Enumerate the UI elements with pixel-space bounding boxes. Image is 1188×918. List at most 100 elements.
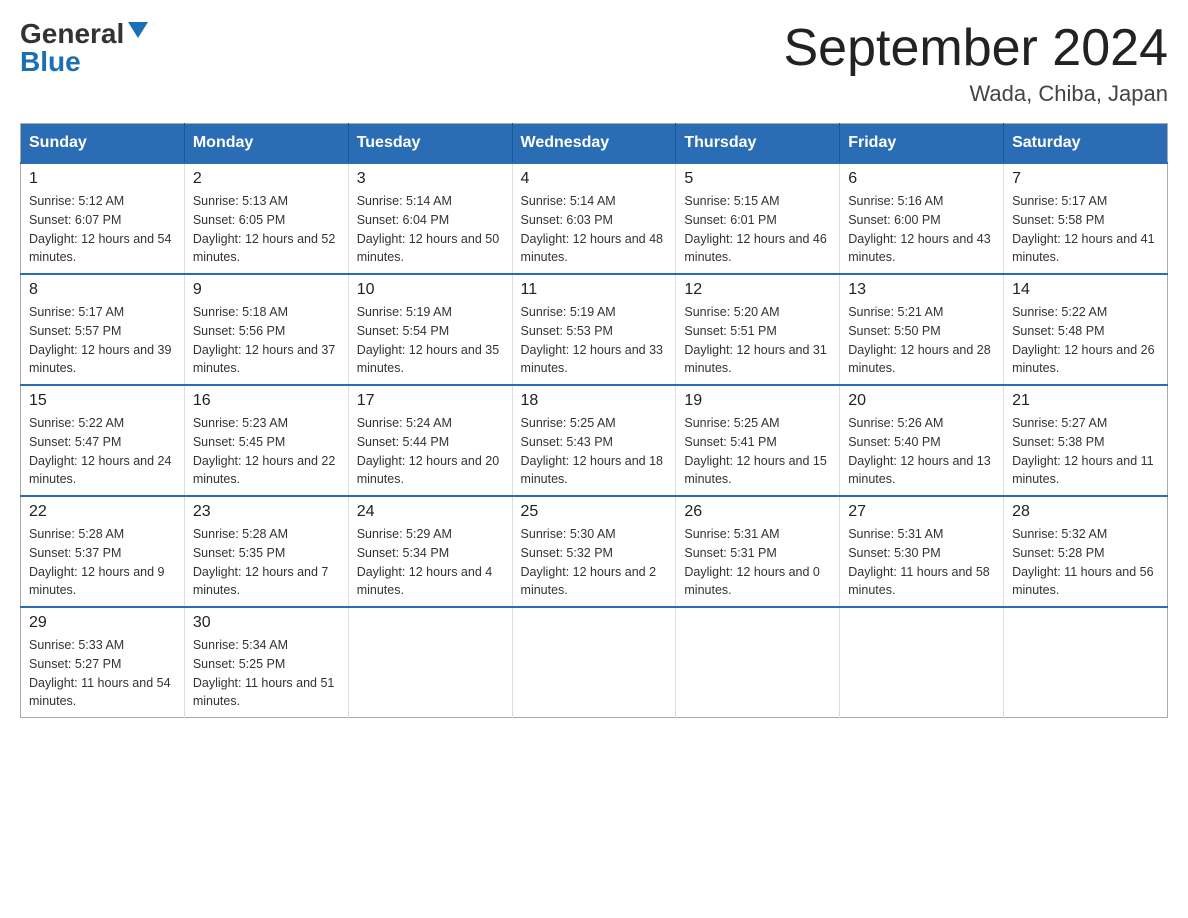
- day-number: 2: [193, 170, 340, 188]
- day-info: Sunrise: 5:20 AM Sunset: 5:51 PM Dayligh…: [684, 303, 831, 378]
- calendar-day-cell: 28 Sunrise: 5:32 AM Sunset: 5:28 PM Dayl…: [1004, 496, 1168, 607]
- sunset-label: Sunset: 5:28 PM: [1012, 546, 1104, 560]
- sunrise-label: Sunrise: 5:31 AM: [684, 527, 779, 541]
- sunrise-label: Sunrise: 5:25 AM: [521, 416, 616, 430]
- daylight-label: Daylight: 12 hours and 43 minutes.: [848, 232, 990, 265]
- daylight-label: Daylight: 12 hours and 39 minutes.: [29, 343, 171, 376]
- sunrise-label: Sunrise: 5:18 AM: [193, 305, 288, 319]
- day-info: Sunrise: 5:22 AM Sunset: 5:47 PM Dayligh…: [29, 414, 176, 489]
- day-number: 4: [521, 170, 668, 188]
- sunrise-label: Sunrise: 5:22 AM: [29, 416, 124, 430]
- daylight-label: Daylight: 12 hours and 50 minutes.: [357, 232, 499, 265]
- day-number: 9: [193, 281, 340, 299]
- calendar-day-cell: 7 Sunrise: 5:17 AM Sunset: 5:58 PM Dayli…: [1004, 163, 1168, 274]
- sunset-label: Sunset: 5:48 PM: [1012, 324, 1104, 338]
- day-number: 8: [29, 281, 176, 299]
- daylight-label: Daylight: 12 hours and 9 minutes.: [29, 565, 165, 598]
- col-header-saturday: Saturday: [1004, 124, 1168, 164]
- sunrise-label: Sunrise: 5:31 AM: [848, 527, 943, 541]
- sunrise-label: Sunrise: 5:14 AM: [521, 194, 616, 208]
- logo-triangle-icon: [128, 22, 148, 38]
- daylight-label: Daylight: 12 hours and 11 minutes.: [1012, 454, 1154, 487]
- day-info: Sunrise: 5:27 AM Sunset: 5:38 PM Dayligh…: [1012, 414, 1159, 489]
- col-header-monday: Monday: [184, 124, 348, 164]
- sunrise-label: Sunrise: 5:25 AM: [684, 416, 779, 430]
- calendar-day-cell: 18 Sunrise: 5:25 AM Sunset: 5:43 PM Dayl…: [512, 385, 676, 496]
- day-number: 5: [684, 170, 831, 188]
- day-number: 1: [29, 170, 176, 188]
- day-number: 19: [684, 392, 831, 410]
- daylight-label: Daylight: 11 hours and 56 minutes.: [1012, 565, 1154, 598]
- sunset-label: Sunset: 5:53 PM: [521, 324, 613, 338]
- day-info: Sunrise: 5:23 AM Sunset: 5:45 PM Dayligh…: [193, 414, 340, 489]
- day-info: Sunrise: 5:17 AM Sunset: 5:57 PM Dayligh…: [29, 303, 176, 378]
- sunrise-label: Sunrise: 5:12 AM: [29, 194, 124, 208]
- sunset-label: Sunset: 5:56 PM: [193, 324, 285, 338]
- sunset-label: Sunset: 5:41 PM: [684, 435, 776, 449]
- calendar-day-cell: 22 Sunrise: 5:28 AM Sunset: 5:37 PM Dayl…: [21, 496, 185, 607]
- sunset-label: Sunset: 5:38 PM: [1012, 435, 1104, 449]
- day-info: Sunrise: 5:16 AM Sunset: 6:00 PM Dayligh…: [848, 192, 995, 267]
- page-title: September 2024: [784, 20, 1169, 77]
- calendar-header-row: SundayMondayTuesdayWednesdayThursdayFrid…: [21, 124, 1168, 164]
- daylight-label: Daylight: 12 hours and 22 minutes.: [193, 454, 335, 487]
- col-header-friday: Friday: [840, 124, 1004, 164]
- sunrise-label: Sunrise: 5:19 AM: [521, 305, 616, 319]
- day-number: 12: [684, 281, 831, 299]
- day-info: Sunrise: 5:34 AM Sunset: 5:25 PM Dayligh…: [193, 636, 340, 711]
- sunrise-label: Sunrise: 5:20 AM: [684, 305, 779, 319]
- sunrise-label: Sunrise: 5:22 AM: [1012, 305, 1107, 319]
- sunset-label: Sunset: 5:47 PM: [29, 435, 121, 449]
- sunset-label: Sunset: 5:51 PM: [684, 324, 776, 338]
- sunrise-label: Sunrise: 5:33 AM: [29, 638, 124, 652]
- calendar-day-cell: [512, 607, 676, 718]
- calendar-day-cell: 13 Sunrise: 5:21 AM Sunset: 5:50 PM Dayl…: [840, 274, 1004, 385]
- day-info: Sunrise: 5:24 AM Sunset: 5:44 PM Dayligh…: [357, 414, 504, 489]
- sunrise-label: Sunrise: 5:15 AM: [684, 194, 779, 208]
- sunrise-label: Sunrise: 5:28 AM: [193, 527, 288, 541]
- daylight-label: Daylight: 12 hours and 13 minutes.: [848, 454, 990, 487]
- col-header-tuesday: Tuesday: [348, 124, 512, 164]
- page-header: General Blue September 2024 Wada, Chiba,…: [20, 20, 1168, 107]
- calendar-day-cell: [348, 607, 512, 718]
- sunrise-label: Sunrise: 5:21 AM: [848, 305, 943, 319]
- day-info: Sunrise: 5:33 AM Sunset: 5:27 PM Dayligh…: [29, 636, 176, 711]
- calendar-day-cell: 19 Sunrise: 5:25 AM Sunset: 5:41 PM Dayl…: [676, 385, 840, 496]
- day-number: 23: [193, 503, 340, 521]
- sunset-label: Sunset: 6:07 PM: [29, 213, 121, 227]
- calendar-day-cell: 17 Sunrise: 5:24 AM Sunset: 5:44 PM Dayl…: [348, 385, 512, 496]
- day-info: Sunrise: 5:28 AM Sunset: 5:37 PM Dayligh…: [29, 525, 176, 600]
- daylight-label: Daylight: 12 hours and 48 minutes.: [521, 232, 663, 265]
- day-number: 28: [1012, 503, 1159, 521]
- sunrise-label: Sunrise: 5:16 AM: [848, 194, 943, 208]
- day-info: Sunrise: 5:26 AM Sunset: 5:40 PM Dayligh…: [848, 414, 995, 489]
- calendar-day-cell: 30 Sunrise: 5:34 AM Sunset: 5:25 PM Dayl…: [184, 607, 348, 718]
- daylight-label: Daylight: 11 hours and 58 minutes.: [848, 565, 990, 598]
- day-number: 13: [848, 281, 995, 299]
- calendar-day-cell: 6 Sunrise: 5:16 AM Sunset: 6:00 PM Dayli…: [840, 163, 1004, 274]
- day-info: Sunrise: 5:31 AM Sunset: 5:30 PM Dayligh…: [848, 525, 995, 600]
- sunrise-label: Sunrise: 5:17 AM: [1012, 194, 1107, 208]
- day-info: Sunrise: 5:19 AM Sunset: 5:54 PM Dayligh…: [357, 303, 504, 378]
- daylight-label: Daylight: 12 hours and 18 minutes.: [521, 454, 663, 487]
- logo-blue: Blue: [20, 48, 81, 76]
- day-number: 24: [357, 503, 504, 521]
- calendar-day-cell: 29 Sunrise: 5:33 AM Sunset: 5:27 PM Dayl…: [21, 607, 185, 718]
- calendar-day-cell: 24 Sunrise: 5:29 AM Sunset: 5:34 PM Dayl…: [348, 496, 512, 607]
- calendar-day-cell: 9 Sunrise: 5:18 AM Sunset: 5:56 PM Dayli…: [184, 274, 348, 385]
- day-info: Sunrise: 5:13 AM Sunset: 6:05 PM Dayligh…: [193, 192, 340, 267]
- sunset-label: Sunset: 5:40 PM: [848, 435, 940, 449]
- sunrise-label: Sunrise: 5:30 AM: [521, 527, 616, 541]
- calendar-day-cell: 27 Sunrise: 5:31 AM Sunset: 5:30 PM Dayl…: [840, 496, 1004, 607]
- sunset-label: Sunset: 5:30 PM: [848, 546, 940, 560]
- sunset-label: Sunset: 5:34 PM: [357, 546, 449, 560]
- daylight-label: Daylight: 12 hours and 37 minutes.: [193, 343, 335, 376]
- day-number: 22: [29, 503, 176, 521]
- day-number: 15: [29, 392, 176, 410]
- day-number: 11: [521, 281, 668, 299]
- calendar-week-2: 8 Sunrise: 5:17 AM Sunset: 5:57 PM Dayli…: [21, 274, 1168, 385]
- day-info: Sunrise: 5:31 AM Sunset: 5:31 PM Dayligh…: [684, 525, 831, 600]
- calendar-day-cell: 11 Sunrise: 5:19 AM Sunset: 5:53 PM Dayl…: [512, 274, 676, 385]
- day-number: 25: [521, 503, 668, 521]
- day-number: 10: [357, 281, 504, 299]
